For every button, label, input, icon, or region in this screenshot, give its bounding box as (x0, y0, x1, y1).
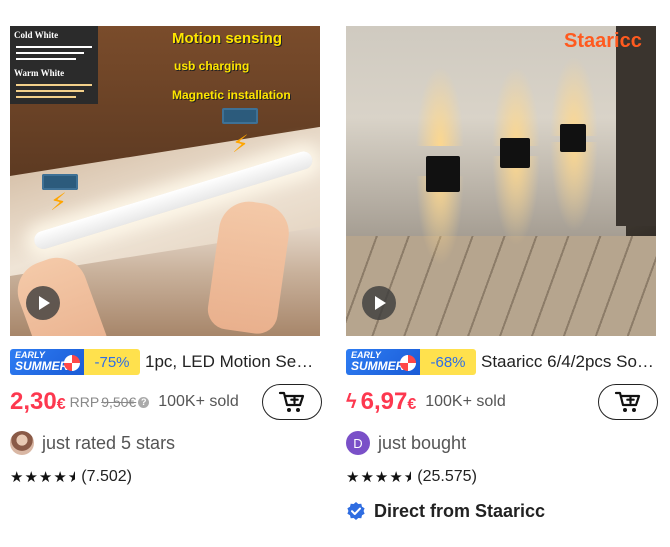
rrp-price: 9,50€ (101, 394, 137, 410)
beach-ball-icon (64, 355, 80, 371)
lightning-icon: ⚡ (50, 189, 67, 216)
feature-motion-label: Motion sensing (172, 30, 282, 47)
solar-lamp (560, 124, 586, 152)
badge-summer-text: SUMMER (351, 359, 405, 373)
product-title[interactable]: Staaricc 6/4/2pcs Solar Wall Lights (481, 352, 657, 372)
swatch-warm-label: Warm White (14, 68, 65, 78)
activity-text: just rated 5 stars (42, 432, 176, 453)
verified-badge-icon (347, 502, 365, 520)
product-title[interactable]: 1pc, LED Motion Sensor Light (145, 352, 321, 372)
early-summer-badge: EARLY SUMMER -68% (346, 349, 476, 375)
solar-lamp (426, 156, 460, 192)
rating-row: ★★★★★ (25.575) (346, 466, 477, 488)
direct-from-text: Direct from Staaricc (374, 500, 546, 521)
info-icon[interactable]: ? (138, 396, 150, 408)
product-card-1[interactable]: Cold White Warm White Motion sensing usb… (10, 26, 322, 536)
badge-summer-text: SUMMER (15, 359, 69, 373)
rating-count: (25.575) (417, 468, 477, 485)
star-rating: ★★★★★ (346, 469, 411, 486)
beach-ball-icon (400, 355, 416, 371)
magnet-illustration (222, 108, 258, 124)
sold-count: 100K+ sold (425, 393, 506, 410)
play-video-button[interactable] (26, 286, 60, 320)
play-video-button[interactable] (362, 286, 396, 320)
cart-plus-icon (614, 391, 641, 412)
product-image-2[interactable]: Staaricc (346, 26, 656, 336)
discount-percent: -68% (430, 353, 466, 371)
add-to-cart-button[interactable] (262, 384, 322, 420)
rating-row: ★★★★★ (7.502) (10, 466, 132, 488)
avatar: D (346, 431, 370, 455)
add-to-cart-button[interactable] (598, 384, 658, 420)
price-row: ϟ 6,97 € 100K+ sold (346, 384, 658, 420)
activity-row: D just bought (346, 430, 466, 456)
avatar (10, 431, 34, 455)
lightning-icon: ⚡ (232, 131, 249, 158)
current-price: 2,30 € (10, 388, 66, 415)
cart-plus-icon (278, 391, 305, 412)
swatch-cold-label: Cold White (14, 30, 59, 40)
direct-from-brand-row[interactable]: Direct from Staaricc (346, 498, 545, 524)
rating-count: (7.502) (81, 468, 132, 485)
color-swatch-panel: Cold White Warm White (10, 26, 98, 104)
early-summer-badge: EARLY SUMMER -75% (10, 349, 140, 375)
feature-usb-label: usb charging (174, 59, 250, 73)
activity-text: just bought (378, 432, 467, 453)
product-title-row: EARLY SUMMER -75% 1pc, LED Motion Sensor… (10, 348, 322, 376)
price-row: 2,30 € RRP 9,50€ ? 100K+ sold (10, 384, 322, 420)
play-icon (39, 296, 50, 310)
play-icon (375, 296, 386, 310)
brand-logo: Staaricc (564, 30, 642, 52)
feature-magnet-label: Magnetic installation (172, 88, 291, 102)
lightning-deal-icon: ϟ (346, 390, 357, 413)
ground-illustration (346, 236, 656, 336)
discount-percent: -75% (94, 353, 130, 371)
product-title-row: EARLY SUMMER -68% Staaricc 6/4/2pcs Sola… (346, 348, 658, 376)
activity-row: just rated 5 stars (10, 430, 175, 456)
sold-count: 100K+ sold (158, 393, 239, 410)
rrp-label: RRP (69, 394, 100, 410)
current-price: 6,97 € (360, 388, 417, 415)
product-image-1[interactable]: Cold White Warm White Motion sensing usb… (10, 26, 320, 336)
solar-lamp (500, 138, 530, 168)
product-card-2[interactable]: Staaricc EARLY SUMMER -68% Staaricc 6/4/… (346, 26, 658, 536)
star-rating: ★★★★★ (10, 469, 75, 486)
